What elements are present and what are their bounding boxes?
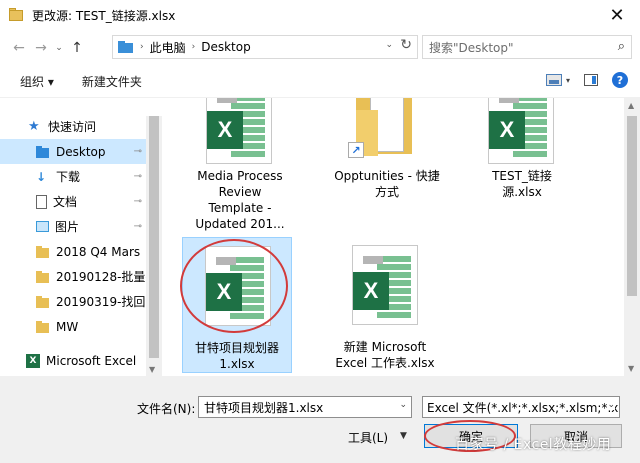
excel-file-icon: X: [206, 98, 272, 164]
file-opptunities-shortcut[interactable]: ↗ Opptunities - 快捷方式: [332, 98, 442, 208]
tools-button[interactable]: 工具(L): [348, 429, 388, 446]
excel-file-icon: X: [352, 245, 418, 325]
sidebar-item-downloads[interactable]: ↓ 下载 ⊸: [0, 164, 146, 189]
navigation-bar: ← → ⌄ ↑ › 此电脑 › Desktop ⌄ ↻ 搜索"Desktop" …: [0, 30, 640, 66]
content-scrollbar[interactable]: ▲ ▼: [624, 98, 640, 376]
file-label: 新建 Microsoft Excel 工作表.xlsx: [335, 340, 435, 370]
file-media-process-review[interactable]: X Media Process Review Template - Update…: [184, 98, 294, 234]
filetype-select[interactable]: Excel 文件(*.xl*;*.xlsx;*.xlsm;*.x ⌄: [422, 396, 620, 418]
chevron-down-icon[interactable]: ⌄: [607, 400, 615, 410]
organize-button[interactable]: 组织 ▾: [20, 73, 54, 90]
pin-icon: ⊸: [133, 146, 142, 157]
folder-icon: [36, 245, 50, 259]
back-button[interactable]: ←: [8, 36, 30, 60]
search-box[interactable]: 搜索"Desktop" ⌕: [422, 35, 632, 59]
file-label: Opptunities - 快捷方式: [334, 169, 440, 199]
sidebar-item-microsoft-excel[interactable]: X Microsoft Excel: [0, 348, 146, 373]
file-list: X Media Process Review Template - Update…: [162, 98, 624, 376]
breadcrumb-this-pc[interactable]: 此电脑: [150, 39, 186, 56]
folder-icon: [118, 41, 134, 53]
preview-pane-icon[interactable]: [584, 74, 598, 86]
sidebar-item-20190128[interactable]: 20190128-批量排: [0, 264, 146, 289]
folder-icon: [36, 270, 50, 284]
sidebar-item-20190319[interactable]: 20190319-找回丢: [0, 289, 146, 314]
sidebar-item-2018-q4-mars[interactable]: 2018 Q4 Mars: [0, 239, 146, 264]
picture-icon: [36, 221, 49, 232]
excel-file-icon: X: [488, 98, 554, 164]
sidebar-item-mw[interactable]: MW: [0, 314, 146, 339]
chevron-down-icon[interactable]: ▼: [149, 365, 155, 374]
file-label: 甘特项目规划器1.xlsx: [194, 341, 279, 371]
file-test-link-source[interactable]: X TEST_链接源.xlsx: [466, 98, 576, 208]
close-icon: ✕: [609, 4, 625, 26]
shortcut-arrow-icon: ↗: [348, 142, 364, 158]
arrow-left-icon: ←: [13, 40, 25, 56]
file-label: TEST_链接源.xlsx: [492, 169, 552, 199]
pin-icon: ⊸: [133, 221, 142, 232]
chevron-down-icon[interactable]: ⌄: [385, 40, 393, 50]
sidebar-item-pictures[interactable]: 图片 ⊸: [0, 214, 146, 239]
window-title: 更改源: TEST_链接源.xlsx: [32, 8, 176, 23]
chevron-down-icon: ⌄: [55, 43, 63, 53]
sidebar-scrollbar[interactable]: ▼: [146, 116, 162, 376]
watermark: 百家号 / Excel教程妙用: [455, 437, 612, 453]
refresh-icon[interactable]: ↻: [400, 37, 412, 53]
pin-icon: ⊸: [133, 171, 142, 182]
up-button[interactable]: ↑: [66, 36, 88, 60]
chevron-right-icon: ›: [191, 42, 196, 52]
filename-input[interactable]: 甘特项目规划器1.xlsx ⌄: [198, 396, 412, 418]
search-input[interactable]: 搜索"Desktop": [429, 39, 514, 56]
forward-button[interactable]: →: [30, 36, 52, 60]
chevron-down-icon[interactable]: ⌄: [399, 400, 407, 410]
address-bar[interactable]: › 此电脑 › Desktop ⌄ ↻: [112, 35, 418, 59]
sidebar-item-quick-access[interactable]: ★ 快速访问: [0, 114, 146, 139]
filename-label: 文件名(N):: [137, 402, 196, 416]
sidebar-item-documents[interactable]: 文档 ⊸: [0, 189, 146, 214]
help-icon[interactable]: ?: [612, 72, 628, 88]
star-icon: ★: [28, 118, 40, 134]
recent-locations-button[interactable]: ⌄: [52, 36, 66, 60]
folder-icon: [8, 7, 24, 23]
file-new-excel-worksheet[interactable]: X 新建 Microsoft Excel 工作表.xlsx: [330, 237, 440, 373]
scrollbar-thumb[interactable]: [149, 116, 159, 358]
dialog-footer: 文件名(N): 甘特项目规划器1.xlsx ⌄ Excel 文件(*.xl*;*…: [0, 376, 640, 463]
folder-blue-icon: [36, 145, 50, 159]
excel-icon: X: [26, 353, 40, 368]
chevron-down-icon[interactable]: ▾: [566, 76, 570, 85]
pin-icon: ⊸: [133, 196, 142, 207]
chevron-right-icon: ›: [140, 42, 144, 52]
navigation-pane: ★ 快速访问 Desktop ⊸ ↓ 下载 ⊸ 文档 ⊸ 图片 ⊸ 2018 Q…: [0, 98, 162, 376]
annotation-circle: [180, 239, 288, 333]
chevron-up-icon[interactable]: ▲: [628, 101, 634, 110]
sidebar-item-desktop[interactable]: Desktop ⊸: [0, 139, 146, 164]
folder-icon: [36, 295, 50, 309]
folder-icon: [36, 320, 50, 334]
command-toolbar: 组织 ▾ 新建文件夹 ▾ ?: [0, 66, 640, 98]
file-label: Media Process Review Template - Updated …: [195, 169, 285, 231]
breadcrumb-desktop[interactable]: Desktop: [201, 40, 251, 54]
change-view-icon[interactable]: [545, 74, 562, 86]
new-folder-button[interactable]: 新建文件夹: [82, 73, 142, 90]
chevron-down-icon[interactable]: ▼: [400, 431, 407, 441]
scrollbar-thumb[interactable]: [627, 116, 637, 296]
arrow-up-icon: ↑: [71, 40, 83, 56]
chevron-down-icon[interactable]: ▼: [628, 364, 634, 373]
document-icon: [36, 194, 47, 209]
download-icon: ↓: [36, 169, 47, 184]
folder-shortcut-icon: ↗: [342, 98, 412, 162]
search-icon: ⌕: [617, 39, 625, 54]
close-button[interactable]: ✕: [594, 0, 640, 30]
arrow-right-icon: →: [35, 40, 47, 56]
title-bar: 更改源: TEST_链接源.xlsx ✕: [0, 0, 640, 30]
